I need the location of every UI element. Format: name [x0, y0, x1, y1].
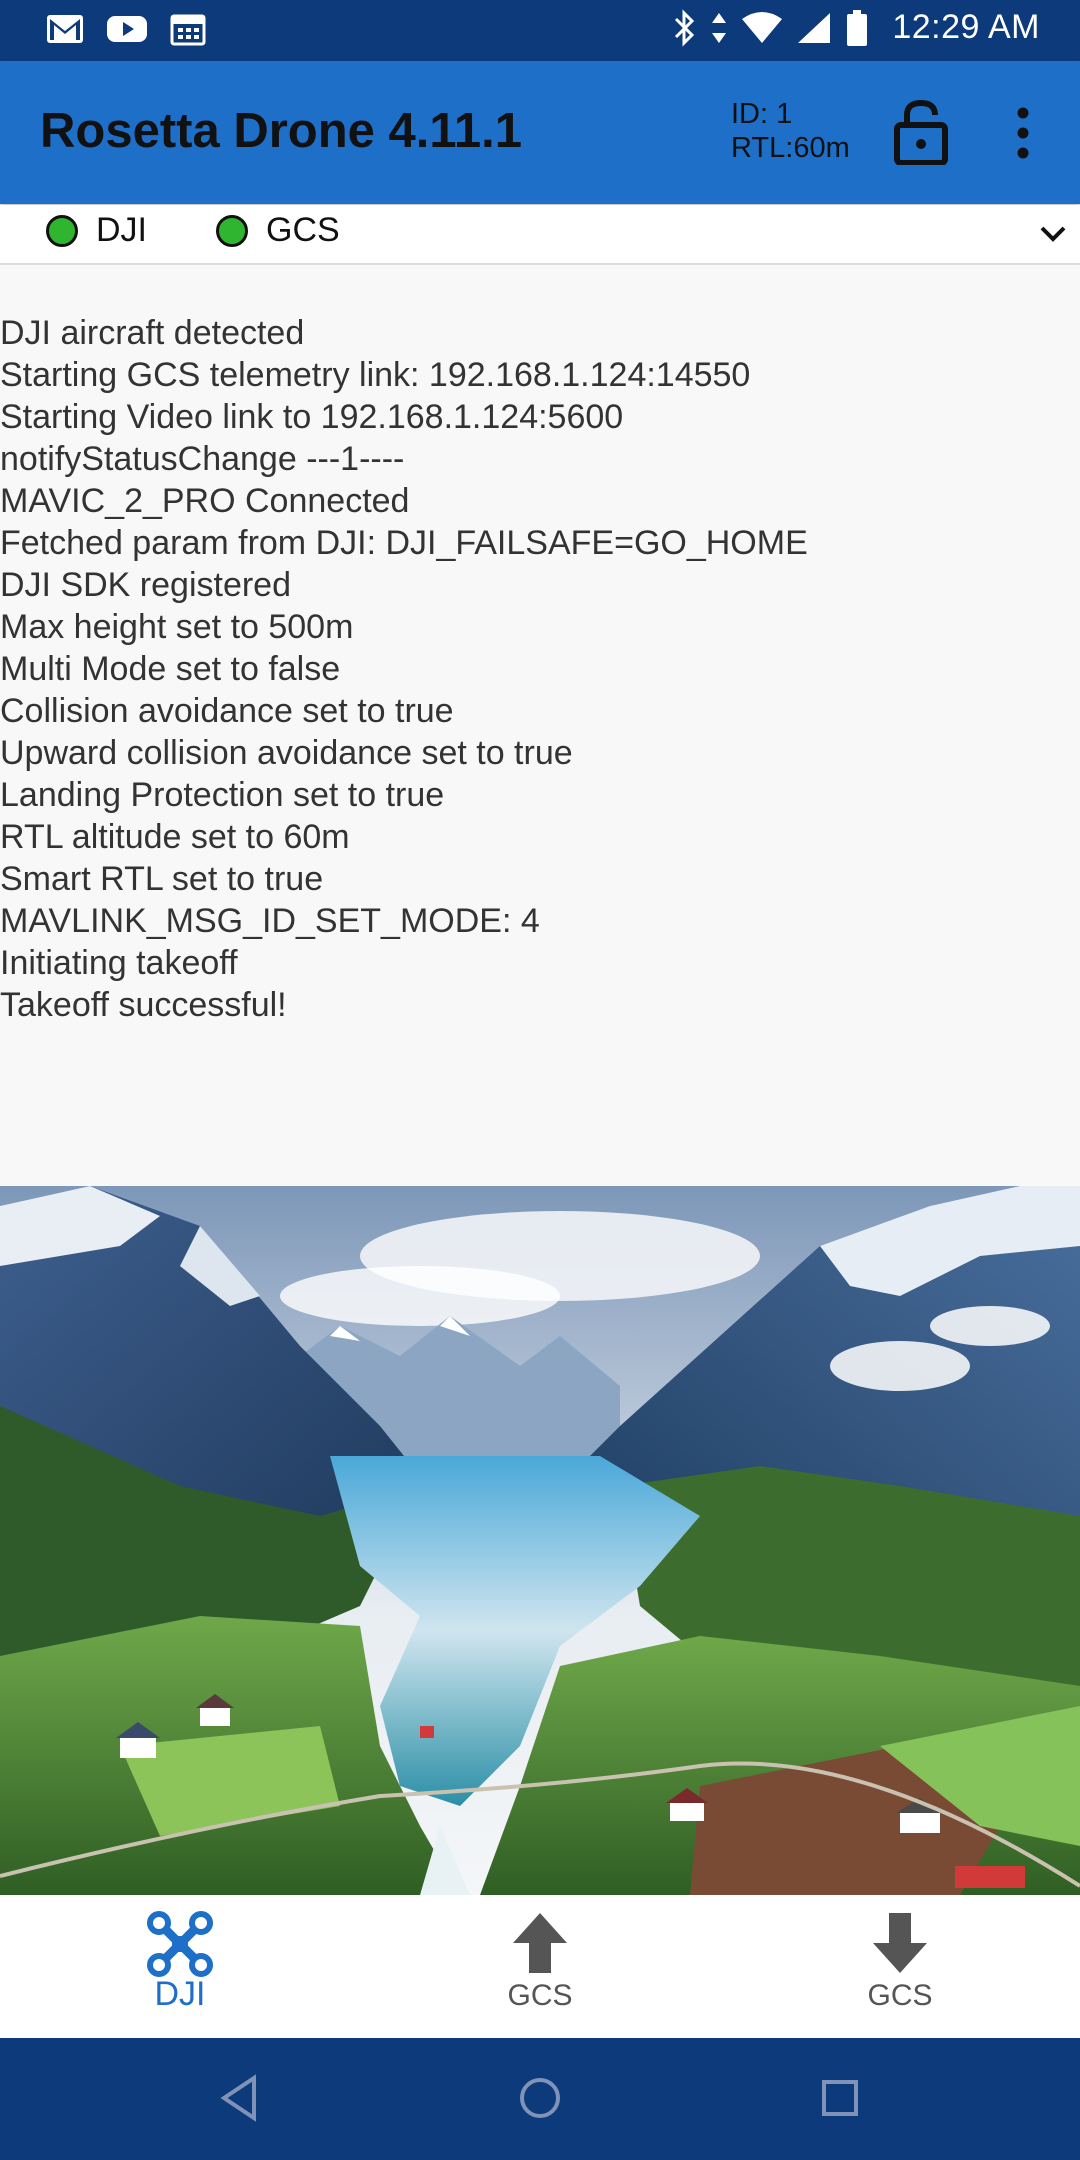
landscape-image	[0, 1186, 1080, 1895]
log-line: Takeoff successful!	[0, 986, 287, 1024]
recents-icon[interactable]	[810, 2068, 870, 2128]
app-title: Rosetta Drone 4.11.1	[40, 104, 523, 158]
app-bar: Rosetta Drone 4.11.1 ID: 1 RTL:60m	[0, 61, 1080, 204]
connection-gcs-label: GCS	[266, 211, 340, 249]
gcs-status-dot-icon	[216, 214, 248, 247]
log-line: Fetched param from DJI: DJI_FAILSAFE=GO_…	[0, 524, 808, 562]
back-icon[interactable]	[210, 2068, 270, 2128]
connection-dji: DJI	[46, 211, 147, 250]
signal-icon	[798, 12, 831, 43]
gmail-icon	[47, 15, 83, 43]
nav-gcs-download-label: GCS	[867, 1979, 933, 2012]
status-time: 12:29 AM	[892, 8, 1040, 46]
log-line: Starting Video link to 192.168.1.124:560…	[0, 398, 624, 436]
arrow-up-icon	[513, 1913, 567, 1973]
drone-icon	[147, 1911, 213, 1977]
data-arrows-icon	[712, 12, 727, 43]
bottom-navigation: DJI GCS GCS	[0, 1895, 1080, 2038]
drone-info: ID: 1 RTL:60m	[731, 97, 850, 165]
wifi-icon	[742, 11, 783, 43]
nav-dji[interactable]: DJI	[0, 1895, 360, 2038]
log-line: MAVLINK_MSG_ID_SET_MODE: 4	[0, 902, 540, 940]
connection-status-bar[interactable]: DJI GCS	[0, 205, 1080, 265]
log-line: notifyStatusChange ---1----	[0, 440, 405, 478]
connection-gcs: GCS	[216, 211, 340, 250]
status-bar: 12:29 AM	[0, 0, 1080, 61]
bluetooth-icon	[675, 8, 695, 47]
nav-gcs-upload[interactable]: GCS	[360, 1895, 720, 2038]
more-vert-icon[interactable]	[1005, 103, 1041, 163]
log-line: Starting GCS telemetry link: 192.168.1.1…	[0, 356, 751, 394]
battery-icon	[847, 9, 868, 46]
nav-dji-label: DJI	[154, 1975, 206, 2013]
log-line: Initiating takeoff	[0, 944, 238, 982]
dji-status-dot-icon	[46, 214, 78, 247]
log-line: Multi Mode set to false	[0, 650, 341, 688]
system-navigation-bar	[0, 2038, 1080, 2160]
log-line: DJI SDK registered	[0, 566, 291, 604]
drone-id-label: ID: 1	[731, 98, 793, 130]
lock-open-icon[interactable]	[893, 99, 949, 165]
arrow-down-icon	[873, 1913, 927, 1973]
nav-gcs-download[interactable]: GCS	[720, 1895, 1080, 2038]
calendar-icon	[170, 14, 206, 46]
connection-dji-label: DJI	[96, 211, 147, 249]
log-line: Max height set to 500m	[0, 608, 354, 646]
chevron-down-icon[interactable]	[1038, 219, 1068, 249]
youtube-icon	[107, 16, 147, 42]
rtl-label: RTL:60m	[731, 132, 850, 164]
log-line: Collision avoidance set to true	[0, 692, 454, 730]
log-line: Upward collision avoidance set to true	[0, 734, 573, 772]
log-line: Smart RTL set to true	[0, 860, 324, 898]
nav-gcs-upload-label: GCS	[507, 1979, 573, 2012]
video-feed[interactable]	[0, 1186, 1080, 1895]
log-line: Landing Protection set to true	[0, 776, 445, 814]
home-icon[interactable]	[510, 2068, 570, 2128]
log-line: MAVIC_2_PRO Connected	[0, 482, 410, 520]
log-output: DJI aircraft detected Starting GCS telem…	[0, 312, 1080, 1026]
log-line: DJI aircraft detected	[0, 314, 305, 352]
log-line: RTL altitude set to 60m	[0, 818, 350, 856]
